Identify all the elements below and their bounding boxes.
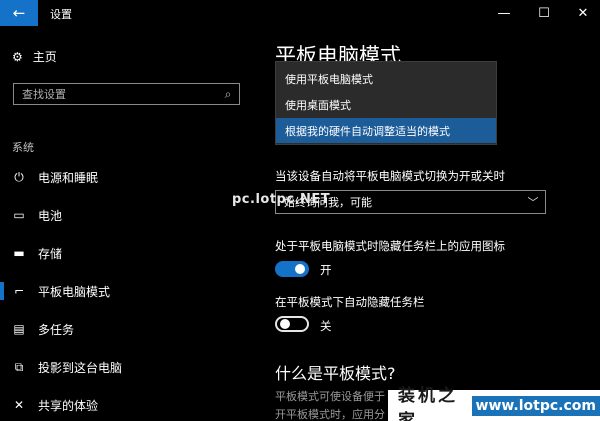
- description-line: 开平板模式时，应用分: [275, 408, 385, 421]
- power-icon: ⏻: [14, 169, 24, 184]
- gear-icon: ⚙: [12, 49, 23, 64]
- dropdown-option[interactable]: 使用平板电脑模式: [276, 66, 496, 91]
- sidebar-item-shared-experiences[interactable]: ✕ 共享的体验: [0, 393, 245, 417]
- sidebar-item-tablet-mode[interactable]: ⌐ 平板电脑模式: [0, 279, 245, 303]
- active-indicator: [0, 282, 4, 300]
- sidebar-item-projecting[interactable]: ⧉ 投影到这台电脑: [0, 355, 245, 379]
- sidebar-section-label: 系统: [12, 141, 34, 154]
- section-heading: 什么是平板模式?: [275, 364, 396, 383]
- sidebar-item-label: 电池: [38, 208, 63, 223]
- sidebar-item-battery[interactable]: ▭ 电池: [0, 203, 245, 227]
- auto-hide-toggle[interactable]: [275, 316, 309, 332]
- close-button[interactable]: ✕: [565, 0, 600, 26]
- tablet-icon: ⌐: [13, 284, 25, 298]
- sidebar-item-storage[interactable]: ▬ 存储: [0, 241, 245, 265]
- sidebar-item-multitasking[interactable]: ▤ 多任务: [0, 317, 245, 341]
- minimize-button[interactable]: —: [486, 0, 522, 26]
- search-icon[interactable]: ⌕: [217, 87, 239, 102]
- storage-icon: ▬: [13, 246, 25, 260]
- back-button[interactable]: ←: [0, 0, 38, 26]
- settings-window: ← 设置 — ☐ ✕ ⚙ 主页 查找设置 ⌕ 系统 ⏻ 电源和睡眠 ▭ 电池 ▬…: [0, 0, 600, 421]
- sidebar-home[interactable]: ⚙ 主页: [12, 48, 57, 65]
- sidebar-home-label: 主页: [32, 50, 57, 64]
- signin-mode-dropdown-list[interactable]: 使用平板电脑模式 使用桌面模式 根据我的硬件自动调整适当的模式: [275, 61, 497, 145]
- auto-hide-state: 关: [320, 319, 332, 333]
- projecting-icon: ⧉: [14, 359, 24, 374]
- toggle-knob: [295, 264, 305, 274]
- maximize-button[interactable]: ☐: [526, 0, 562, 26]
- window-title: 设置: [50, 8, 72, 21]
- chevron-down-icon: ﹀: [527, 196, 539, 209]
- watermark-brand: 装机之家: [398, 385, 458, 421]
- auto-hide-label: 在平板模式下自动隐藏任务栏: [275, 295, 425, 309]
- sidebar-item-label: 电源和睡眠: [38, 170, 99, 185]
- watermark-badge: 装机之家 www.lotpc.com: [388, 386, 600, 421]
- close-icon: ✕: [577, 5, 589, 21]
- search-placeholder: 查找设置: [22, 88, 66, 101]
- hide-icons-state: 开: [320, 263, 332, 277]
- battery-icon: ▭: [13, 208, 25, 222]
- maximize-icon: ☐: [538, 5, 550, 21]
- watermark-text: pc.lotpc.NET: [232, 192, 331, 207]
- multitasking-icon: ▤: [13, 322, 25, 336]
- sidebar-item-power-sleep[interactable]: ⏻ 电源和睡眠: [0, 165, 245, 189]
- dropdown-option[interactable]: 使用桌面模式: [276, 92, 496, 117]
- search-input[interactable]: 查找设置 ⌕: [13, 83, 240, 105]
- dropdown-option-selected[interactable]: 根据我的硬件自动调整适当的模式: [276, 118, 496, 143]
- sidebar-item-label: 平板电脑模式: [38, 284, 111, 299]
- sidebar-item-label: 投影到这台电脑: [38, 360, 123, 375]
- hide-icons-toggle[interactable]: [275, 261, 309, 277]
- hide-icons-label: 处于平板电脑模式时隐藏任务栏上的应用图标: [275, 239, 505, 253]
- title-bar: ← 设置 — ☐ ✕: [0, 0, 600, 26]
- description-line: 平板模式可使设备便于: [275, 390, 385, 403]
- sidebar-item-label: 多任务: [38, 322, 75, 337]
- shared-experiences-icon: ✕: [13, 398, 25, 412]
- switch-behavior-label: 当该设备自动将平板电脑模式切换为开或关时: [275, 169, 505, 183]
- watermark-url: www.lotpc.com: [471, 395, 600, 416]
- sidebar-item-label: 存储: [38, 246, 63, 261]
- back-arrow-icon: ←: [12, 4, 26, 22]
- minimize-icon: —: [497, 5, 511, 21]
- toggle-knob: [280, 319, 290, 329]
- sidebar-item-label: 共享的体验: [38, 398, 99, 413]
